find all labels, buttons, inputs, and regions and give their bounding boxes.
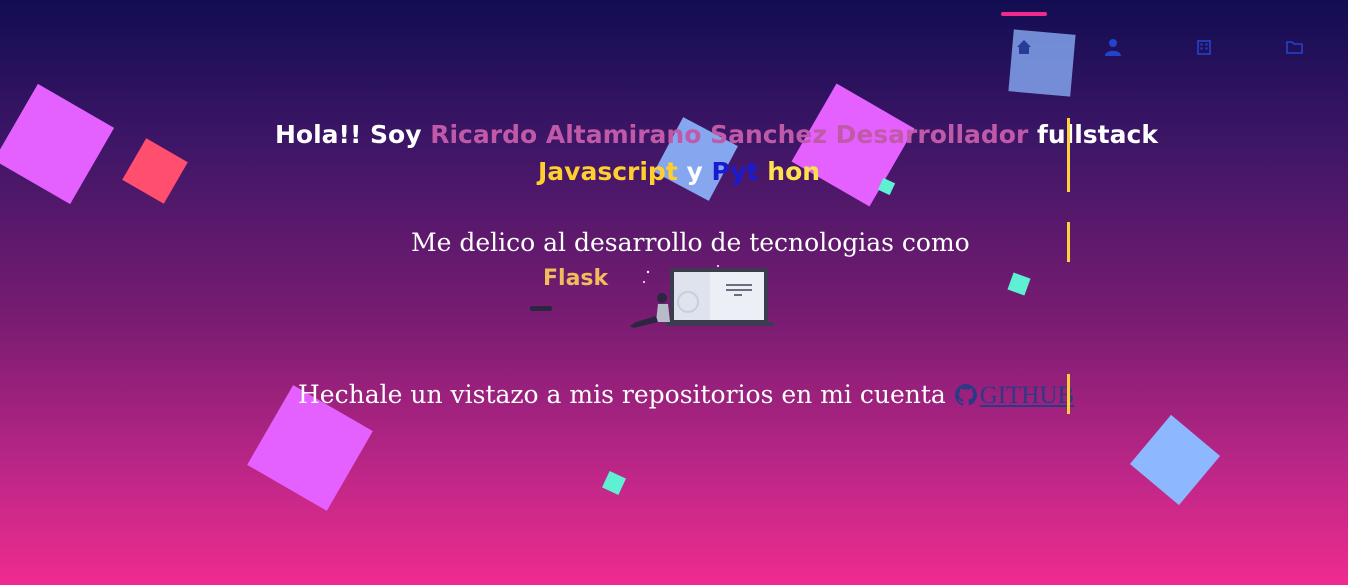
github-link[interactable]: GITHUB [954,382,1074,409]
dedication-text: Me delico al desarrollo de tecnologias c… [411,228,970,257]
greeting-line: Hola!! Soy Ricardo Altamirano Sanchez De… [275,120,1158,149]
django-text-fragment [530,306,552,311]
flask-text: Flask [543,266,609,291]
name-title: Ricardo Altamirano Sanchez Desarrollador [430,120,1029,149]
python-part2: hon [758,157,821,186]
typing-cursor-3 [1067,374,1070,414]
repo-line: Hechale un vistazo a mis repositorios en… [298,380,1074,410]
typing-cursor [1067,118,1070,192]
fullstack-text: fullstack [1028,120,1158,149]
javascript-text: Javascript [538,157,678,186]
github-icon [954,384,977,406]
repo-text: Hechale un vistazo a mis repositorios en… [298,380,954,409]
languages-line: Javascript y Pyt hon [538,157,820,186]
and-text: y [677,157,712,186]
python-part1: Pyt [711,157,759,186]
greeting-text: Hola!! Soy [275,120,431,149]
hero-section: Hola!! Soy Ricardo Altamirano Sanchez De… [0,0,1348,585]
typing-cursor-2 [1067,222,1070,262]
developer-illustration [630,265,774,328]
github-label: GITHUB [979,382,1075,409]
